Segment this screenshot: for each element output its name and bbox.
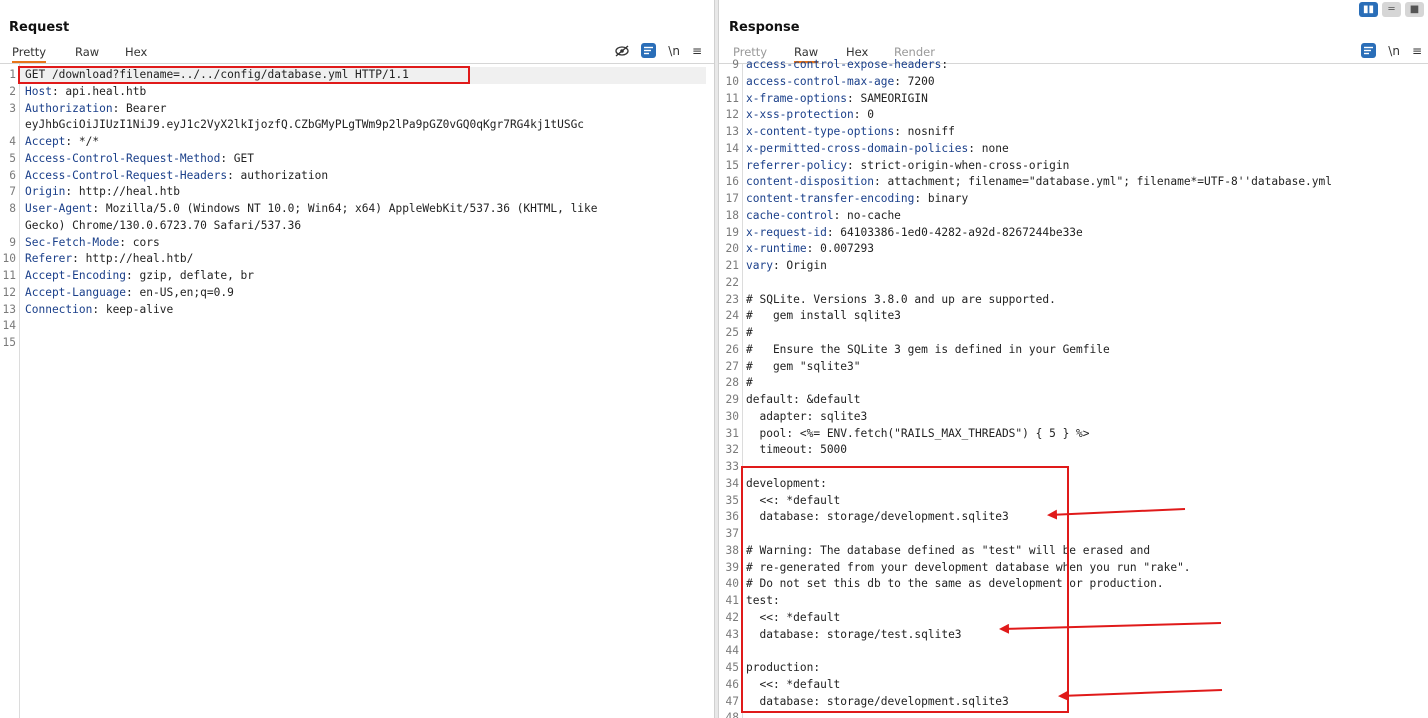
header-name: Access-Control-Request-Method (25, 151, 221, 165)
request-title: Request (9, 20, 70, 35)
arrow-test-db (999, 622, 1222, 634)
line-content: Access-Control-Request-Headers: authoriz… (25, 168, 328, 185)
line-number: 7 (9, 185, 16, 199)
request-tabs: Pretty Raw Hex (0, 44, 714, 64)
line-number: 2 (9, 84, 16, 98)
line-number: 3 (9, 101, 16, 115)
header-name: Access-Control-Request-Headers (25, 168, 228, 182)
line-content: Host: api.heal.htb (25, 84, 146, 101)
tab-hex[interactable]: Hex (125, 45, 147, 59)
newline-toggle[interactable]: \n (668, 44, 680, 58)
line-content: Access-Control-Request-Method: GET (25, 151, 254, 168)
code-line: 14 (0, 318, 714, 335)
line-text: : GET (220, 151, 255, 165)
code-line: Gecko) Chrome/130.0.6723.70 Safari/537.3… (0, 218, 714, 235)
line-content: eyJhbGciOiJIUzI1NiJ9.eyJ1c2VyX2lkIjozfQ.… (25, 117, 584, 134)
code-line: 6 Access-Control-Request-Headers: authori… (0, 168, 714, 185)
line-text: : gzip, deflate, br (126, 269, 255, 282)
header-name: Accept-Encoding (25, 269, 127, 282)
code-line: 11 Accept-Encoding: gzip, deflate, br (0, 268, 714, 285)
code-line: 12 Accept-Language: en-US,en;q=0.9 (0, 285, 714, 302)
request-pane: Request Pretty Raw Hex \n ≡ 1 GET /downlo… (0, 0, 714, 718)
line-text: Gecko) Chrome/130.0.6723.70 Safari/537.3… (25, 218, 302, 232)
line-text: : api.heal.htb (51, 84, 147, 98)
request-line-highlight-box (18, 66, 470, 84)
line-number: 1 (9, 68, 16, 81)
line-text: eyJhbGciOiJIUzI1NiJ9.eyJ1c2VyX2lkIjozfQ.… (25, 118, 585, 132)
line-number: 12 (2, 285, 16, 299)
arrow-development-db (1047, 508, 1186, 520)
code-line: 3 Authorization: Bearer (0, 101, 714, 118)
line-text: : keep-alive (92, 302, 174, 316)
code-line: 9 Sec-Fetch-Mode: cors (0, 235, 714, 252)
line-text: : cors (119, 235, 160, 249)
line-number: 8 (9, 202, 16, 215)
line-number: 5 (9, 151, 16, 165)
line-text: : Mozilla/5.0 (Windows NT 10.0; Win64; x… (92, 202, 598, 215)
header-name: Host (25, 84, 52, 98)
menu-icon[interactable]: ≡ (692, 44, 702, 58)
line-content: Connection: keep-alive (25, 302, 173, 319)
line-text: : authorization (227, 168, 329, 182)
code-line: 10 Referer: http://heal.htb/ (0, 251, 714, 268)
code-line: 4 Accept: */* (0, 134, 714, 151)
code-line: 2 Host: api.heal.htb (0, 84, 714, 101)
code-line: 8 User-Agent: Mozilla/5.0 (Windows NT 10.… (0, 201, 714, 218)
line-number: 14 (2, 319, 16, 333)
header-name: Accept (25, 135, 66, 148)
line-number: 15 (2, 336, 16, 349)
header-name: User-Agent (25, 202, 93, 215)
request-editor[interactable]: 1 GET /download?filename=../../config/dat… (0, 63, 714, 718)
code-line: eyJhbGciOiJIUzI1NiJ9.eyJ1c2VyX2lkIjozfQ.… (0, 117, 714, 134)
code-line: 5 Access-Control-Request-Method: GET (0, 151, 714, 168)
response-pane: ▮▮ ═ ■ Response Pretty Raw Hex Render \n… (719, 0, 1428, 718)
line-number: 4 (9, 135, 16, 148)
wrap-lines-icon[interactable] (641, 43, 657, 58)
code-line: 13 Connection: keep-alive (0, 302, 714, 319)
tab-pretty[interactable]: Pretty (12, 45, 47, 63)
line-content: Sec-Fetch-Mode: cors (25, 235, 160, 252)
line-number: 9 (9, 235, 16, 249)
header-name: Sec-Fetch-Mode (25, 235, 120, 249)
line-content: Accept-Encoding: gzip, deflate, br (25, 268, 254, 285)
request-toolbar: \n ≡ (615, 43, 702, 58)
code-line: 7 Origin: http://heal.htb (0, 184, 714, 201)
header-name: Connection (25, 302, 93, 316)
line-content: User-Agent: Mozilla/5.0 (Windows NT 10.0… (25, 201, 598, 218)
line-number: 11 (2, 269, 16, 282)
header-name: Referer (25, 252, 73, 266)
line-content: Origin: http://heal.htb (25, 184, 180, 201)
header-name: Authorization (25, 101, 113, 115)
line-text: : en-US,en;q=0.9 (126, 285, 234, 299)
arrow-production-db (1058, 689, 1223, 701)
line-text: : */* (65, 135, 100, 148)
annotation-arrows (999, 508, 1223, 701)
line-text: : Bearer (112, 101, 167, 115)
header-name: Accept-Language (25, 285, 127, 299)
line-content: Authorization: Bearer (25, 101, 166, 118)
line-content: Gecko) Chrome/130.0.6723.70 Safari/537.3… (25, 218, 301, 235)
line-number: 6 (9, 168, 16, 182)
tab-raw[interactable]: Raw (75, 45, 99, 59)
line-text: : http://heal.htb/ (72, 252, 194, 266)
line-number: 13 (2, 302, 16, 316)
line-content: Referer: http://heal.htb/ (25, 251, 193, 268)
line-content: Accept-Language: en-US,en;q=0.9 (25, 285, 234, 302)
line-number: 10 (2, 252, 16, 266)
line-content: Accept: */* (25, 134, 99, 151)
line-text: : http://heal.htb (65, 185, 180, 199)
eye-slash-icon[interactable] (615, 44, 629, 57)
header-name: Origin (25, 185, 66, 199)
code-line: 15 (0, 335, 714, 352)
